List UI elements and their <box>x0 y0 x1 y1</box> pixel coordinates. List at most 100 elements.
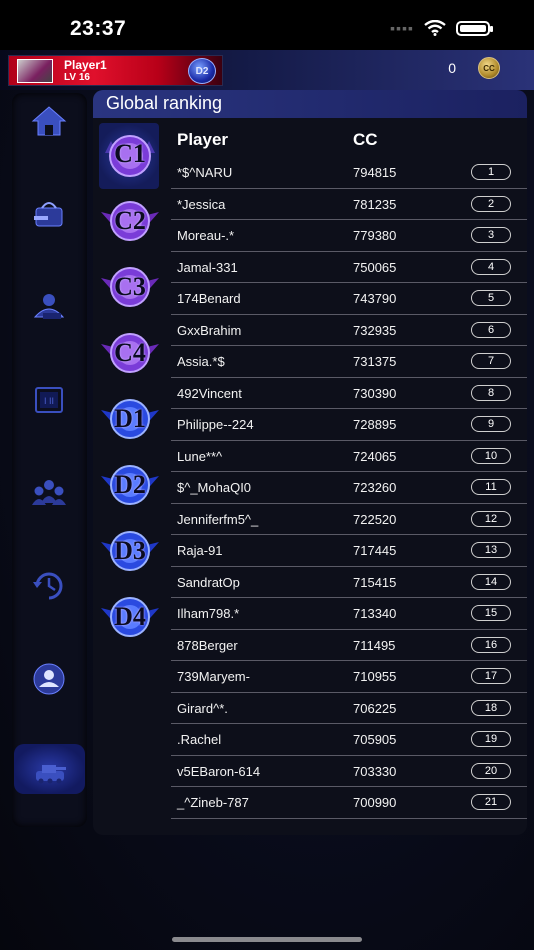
table-row[interactable]: v5EBaron-614 703330 20 <box>171 756 527 787</box>
team-icon[interactable] <box>23 467 75 519</box>
player-name-cell: _^Zineb-787 <box>177 795 249 810</box>
currency-amount: 0 <box>448 60 456 76</box>
rank-pill: 12 <box>471 510 511 527</box>
player-name-cell: GxxBrahim <box>177 322 242 338</box>
home-indicator[interactable] <box>172 937 362 942</box>
cc-cell: 750065 <box>353 259 397 275</box>
rank-pill: 19 <box>471 731 511 747</box>
rank-pill: 13 <box>471 542 511 558</box>
cc-cell: 722520 <box>353 511 397 527</box>
rank-pill: 11 <box>471 479 511 495</box>
status-icons: ▪▪▪▪ <box>390 20 493 36</box>
rank-pill: 8 <box>471 384 511 401</box>
ranking-table: Player CC *$^NARU 794815 1 *Jessica 781235 2 M… <box>171 118 527 835</box>
cc-cell: 730390 <box>353 385 397 401</box>
home-icon[interactable] <box>23 95 75 147</box>
table-row[interactable]: 878Berger 711495 16 <box>171 630 527 661</box>
cc-cell: 724065 <box>353 448 397 464</box>
svg-text:I II: I II <box>44 396 54 406</box>
table-row[interactable]: *$^NARU 794815 1 <box>171 157 527 189</box>
table-row[interactable]: Girard^*. 706225 18 <box>171 693 527 724</box>
avatar <box>17 59 53 83</box>
cc-cell: 728895 <box>353 417 397 432</box>
cc-cell: 700990 <box>353 795 397 810</box>
player-name-cell: Jenniferfm5^_ <box>177 511 259 527</box>
table-row[interactable]: _^Zineb-787 700990 21 <box>171 787 527 819</box>
sidebar: I II <box>12 93 87 827</box>
player-name-cell: Moreau-.* <box>177 228 235 243</box>
rank-pill: 21 <box>471 794 511 810</box>
rank-pill: 6 <box>471 321 511 338</box>
cellular-signal-icon: ▪▪▪▪ <box>390 20 414 36</box>
table-row[interactable]: Raja-91 717445 13 <box>171 535 527 567</box>
player-name-cell: Raja-91 <box>177 543 223 558</box>
shop-icon[interactable] <box>23 188 75 240</box>
table-row[interactable]: .Rachel 705905 19 <box>171 724 527 756</box>
cc-cell: 732935 <box>353 322 397 338</box>
table-row[interactable]: GxxBrahim 732935 6 <box>171 315 527 346</box>
table-row[interactable]: 492Vincent 730390 8 <box>171 378 527 409</box>
cc-cell: 731375 <box>353 354 397 369</box>
league-badge-d1[interactable]: D1 <box>99 388 161 450</box>
league-badge-c4[interactable]: C4 <box>99 322 161 384</box>
league-badge-d3[interactable]: D3 <box>99 520 161 582</box>
rank-pill: 3 <box>471 227 511 243</box>
player-name: Player1 <box>64 58 107 72</box>
status-time: 23:37 <box>70 17 127 40</box>
history-icon[interactable] <box>23 560 75 612</box>
table-body: *$^NARU 794815 1 *Jessica 781235 2 Moreau-.* 77… <box>171 157 527 819</box>
cc-cell: 779380 <box>353 228 397 243</box>
table-row[interactable]: Jamal-331 750065 4 <box>171 252 527 283</box>
coin-icon[interactable]: CC <box>478 57 500 79</box>
player-name-cell: *Jessica <box>177 196 226 212</box>
cc-cell: 717445 <box>353 543 397 558</box>
player-name-cell: v5EBaron-614 <box>177 763 261 779</box>
column-header-cc: CC <box>353 130 378 149</box>
table-row[interactable]: Ilham798.* 713340 15 <box>171 598 527 630</box>
league-badge-c2[interactable]: C2 <box>99 190 161 252</box>
table-header: Player CC <box>171 118 527 156</box>
table-row[interactable]: 174Benard 743790 5 <box>171 283 527 315</box>
rank-pill: 2 <box>471 195 511 212</box>
league-badge-c3[interactable]: C3 <box>99 256 161 318</box>
wifi-icon <box>424 20 446 36</box>
panel-title: Global ranking <box>106 93 223 113</box>
rank-pill: 14 <box>471 573 511 590</box>
rank-pill: 16 <box>471 636 511 653</box>
status-bar: 23:37 ▪▪▪▪ <box>0 0 534 50</box>
rank-pill: 9 <box>471 416 511 432</box>
table-row[interactable]: Jenniferfm5^_ 722520 12 <box>171 504 527 535</box>
player-name-cell: Jamal-331 <box>177 259 238 275</box>
player-name-cell: $^_MohaQI0 <box>177 480 252 495</box>
player-name-cell: Girard^*. <box>177 700 228 716</box>
cc-cell: 781235 <box>353 196 397 212</box>
table-row[interactable]: Lune**^ 724065 10 <box>171 441 527 472</box>
table-row[interactable]: SandratOp 715415 14 <box>171 567 527 598</box>
table-row[interactable]: Philippe--224 728895 9 <box>171 409 527 441</box>
cc-cell: 705905 <box>353 732 397 747</box>
league-badge-c1[interactable]: C1 <box>99 123 159 189</box>
account-icon[interactable] <box>23 653 75 705</box>
table-row[interactable]: 739Maryem- 710955 17 <box>171 661 527 693</box>
player-card[interactable]: Player1 LV 16 D2 <box>8 55 223 86</box>
cc-cell: 723260 <box>353 480 397 495</box>
table-row[interactable]: *Jessica 781235 2 <box>171 189 527 220</box>
tanks-icon[interactable] <box>14 744 85 794</box>
rank-pill: 15 <box>471 605 511 621</box>
league-badge-d2[interactable]: D2 <box>99 454 161 516</box>
cards-icon[interactable]: I II <box>23 374 75 426</box>
player-name-cell: *$^NARU <box>177 165 233 180</box>
table-row[interactable]: Assia.*$ 731375 7 <box>171 346 527 378</box>
panel-title-bar: Global ranking <box>93 90 527 118</box>
cc-cell: 743790 <box>353 291 397 306</box>
player-name-cell: Assia.*$ <box>177 354 225 369</box>
table-row[interactable]: Moreau-.* 779380 3 <box>171 220 527 252</box>
column-header-player: Player <box>177 130 229 149</box>
league-badge-d4[interactable]: D4 <box>99 586 161 648</box>
profile-vehicle-icon[interactable] <box>23 281 75 333</box>
cc-cell: 794815 <box>353 165 397 180</box>
player-name-cell: 492Vincent <box>177 385 242 401</box>
table-row[interactable]: $^_MohaQI0 723260 11 <box>171 472 527 504</box>
player-name-cell: SandratOp <box>177 574 240 590</box>
cc-cell: 703330 <box>353 763 397 779</box>
